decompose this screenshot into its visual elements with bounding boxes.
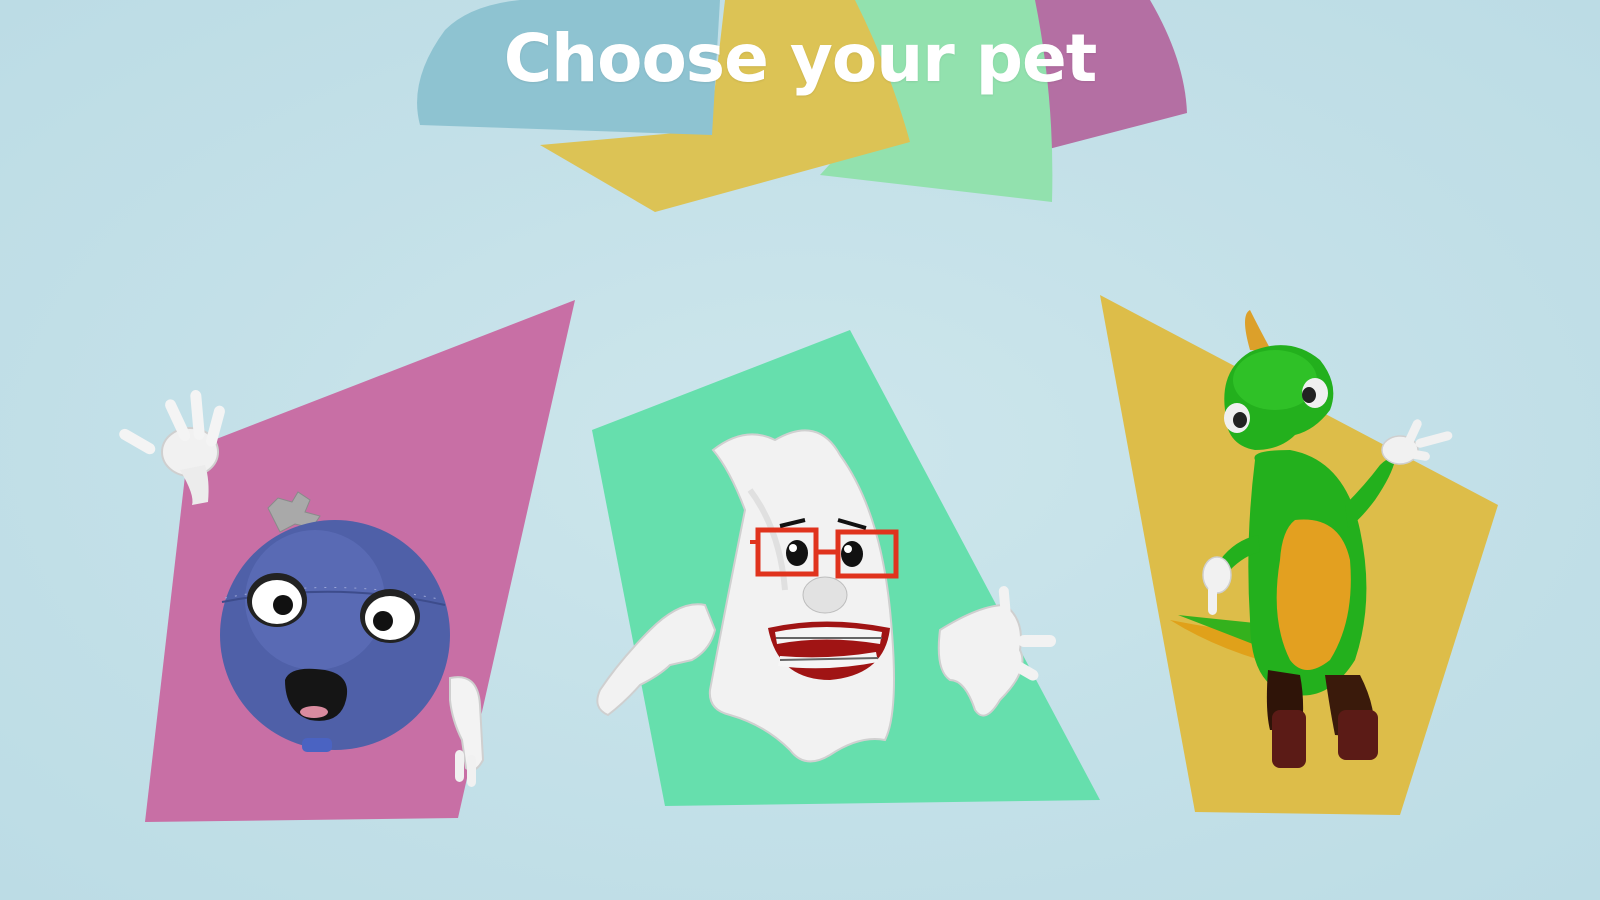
pet-option-ghost[interactable]: ghost-with-glasses-pet-icon xyxy=(580,330,1100,830)
pet-card-dino-graphic xyxy=(1100,295,1498,815)
pet-option-dinosaur[interactable]: green-dinosaur-pet-icon xyxy=(1090,290,1510,840)
pet-option-robot-ball[interactable]: blue-robot-ball-pet-icon xyxy=(100,280,580,840)
horn-icon xyxy=(1245,310,1272,352)
pet-card-robot-graphic xyxy=(119,300,575,822)
pet-selection-screen: Choose your pet xyxy=(0,0,1600,900)
pet-card-ghost-graphic xyxy=(592,330,1100,806)
white-glove-hand-icon xyxy=(1381,419,1453,465)
page-title: Choose your pet xyxy=(503,20,1098,97)
